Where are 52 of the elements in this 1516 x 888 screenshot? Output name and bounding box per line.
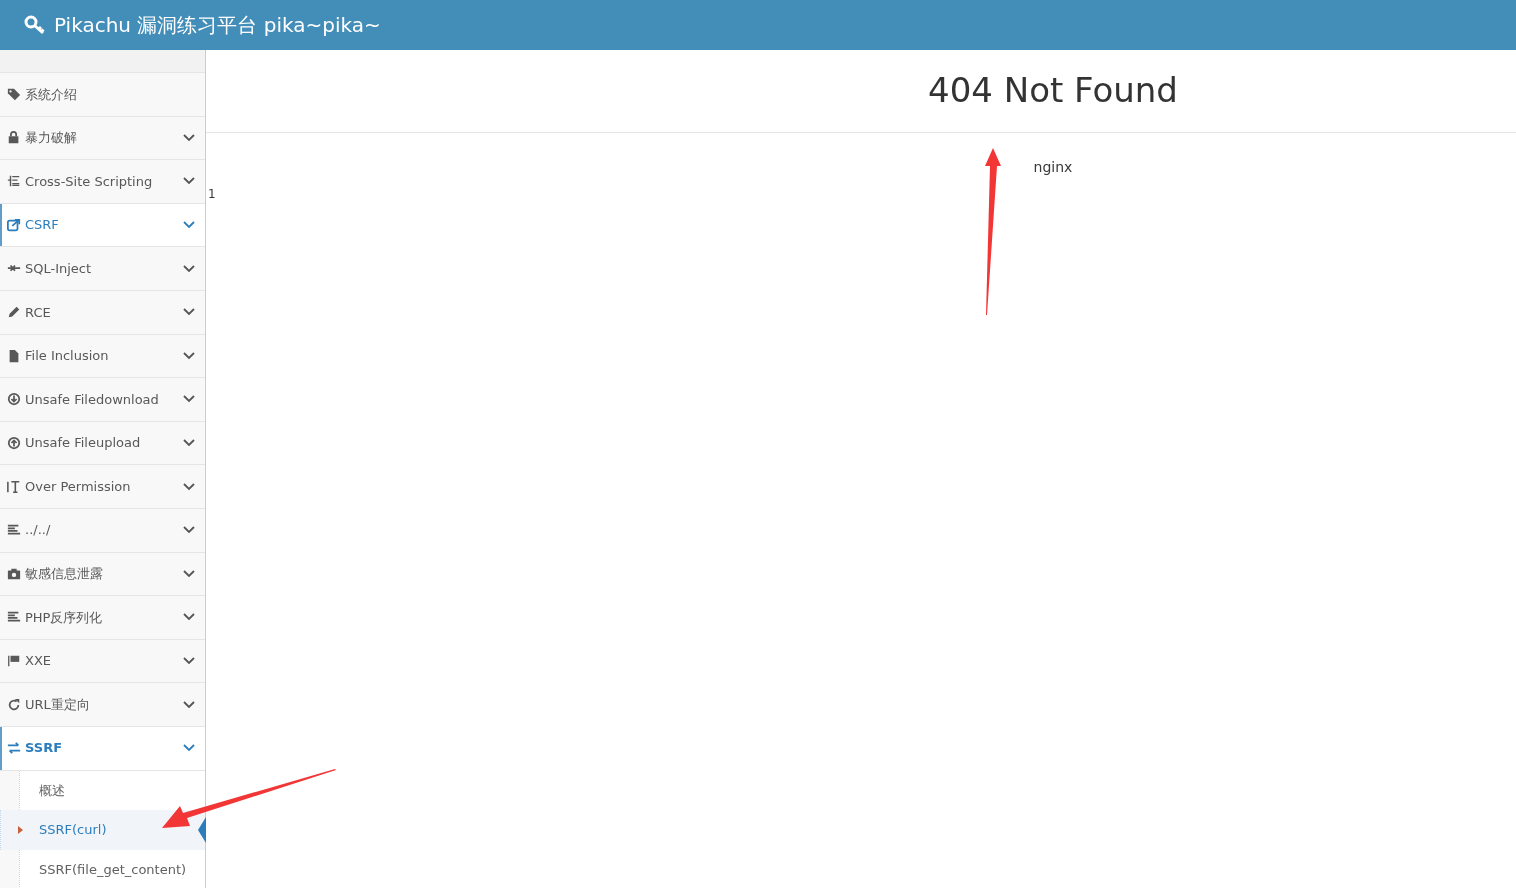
chevron-down-icon [183, 569, 195, 578]
submenu-item[interactable]: SSRF(file_get_content) [19, 849, 205, 888]
sidebar-item[interactable]: 系统介绍 [0, 73, 205, 117]
download-icon [6, 392, 22, 407]
error-heading: 404 Not Found [927, 69, 1179, 112]
line-number: 1 [208, 186, 216, 203]
chevron-down-icon [183, 744, 195, 753]
refresh-icon [6, 697, 22, 712]
sidebar-item[interactable]: ../../ [0, 508, 205, 553]
key-icon [24, 15, 46, 35]
sidebar-item[interactable]: RCE [0, 290, 205, 335]
chevron-down-icon [183, 700, 195, 709]
caret-icon [18, 826, 23, 835]
chevron-down-icon [183, 221, 195, 230]
camera-icon [6, 566, 22, 581]
exchange-icon [6, 741, 22, 756]
submenu-item[interactable]: 概述 [19, 770, 205, 811]
flag-icon [6, 654, 22, 668]
pencil-icon [6, 305, 22, 320]
sidebar-item[interactable]: File Inclusion [0, 334, 205, 379]
site-title: Pikachu 漏洞练习平台 pika~pika~ [54, 12, 381, 39]
text-height-icon [6, 479, 22, 494]
sidebar-item[interactable]: URL重定向 [0, 683, 205, 727]
tag-icon [6, 87, 22, 102]
sidebar-item[interactable]: SQL-Inject [0, 247, 205, 291]
sidebar-item[interactable]: Over Permission [0, 465, 205, 509]
chevron-down-icon [183, 351, 195, 360]
server-name: nginx [1033, 159, 1073, 175]
sidebar-item[interactable]: Unsafe Filedownload [0, 378, 205, 422]
chevron-down-icon [183, 482, 195, 491]
chevron-down-icon [183, 177, 195, 186]
sidebar-item[interactable]: CSRF [0, 203, 205, 248]
pointer-icon [198, 817, 206, 844]
sidebar-item[interactable]: SSRF [0, 726, 205, 771]
sidebar-item[interactable]: PHP反序列化 [0, 596, 205, 640]
submenu-item[interactable]: SSRF(curl) [0, 810, 205, 850]
upload-icon [6, 436, 22, 451]
chevron-down-icon [183, 657, 195, 665]
chevron-down-icon [183, 613, 195, 622]
chevron-down-icon [183, 526, 195, 535]
share-icon [6, 218, 22, 233]
chevron-down-icon [183, 308, 195, 317]
chevron-down-icon [183, 133, 195, 142]
sidebar-item[interactable]: Unsafe Fileupload [0, 421, 205, 466]
sidebar-item[interactable]: XXE [0, 639, 205, 684]
sidebar-item[interactable]: 敏感信息泄露 [0, 552, 205, 597]
list-icon [6, 174, 22, 189]
chevron-down-icon [183, 264, 195, 273]
chevron-down-icon [183, 395, 195, 404]
chevron-down-icon [183, 439, 195, 448]
sidebar-item[interactable]: Cross-Site Scripting [0, 160, 205, 204]
sidebar-item[interactable]: 暴力破解 [0, 116, 205, 161]
